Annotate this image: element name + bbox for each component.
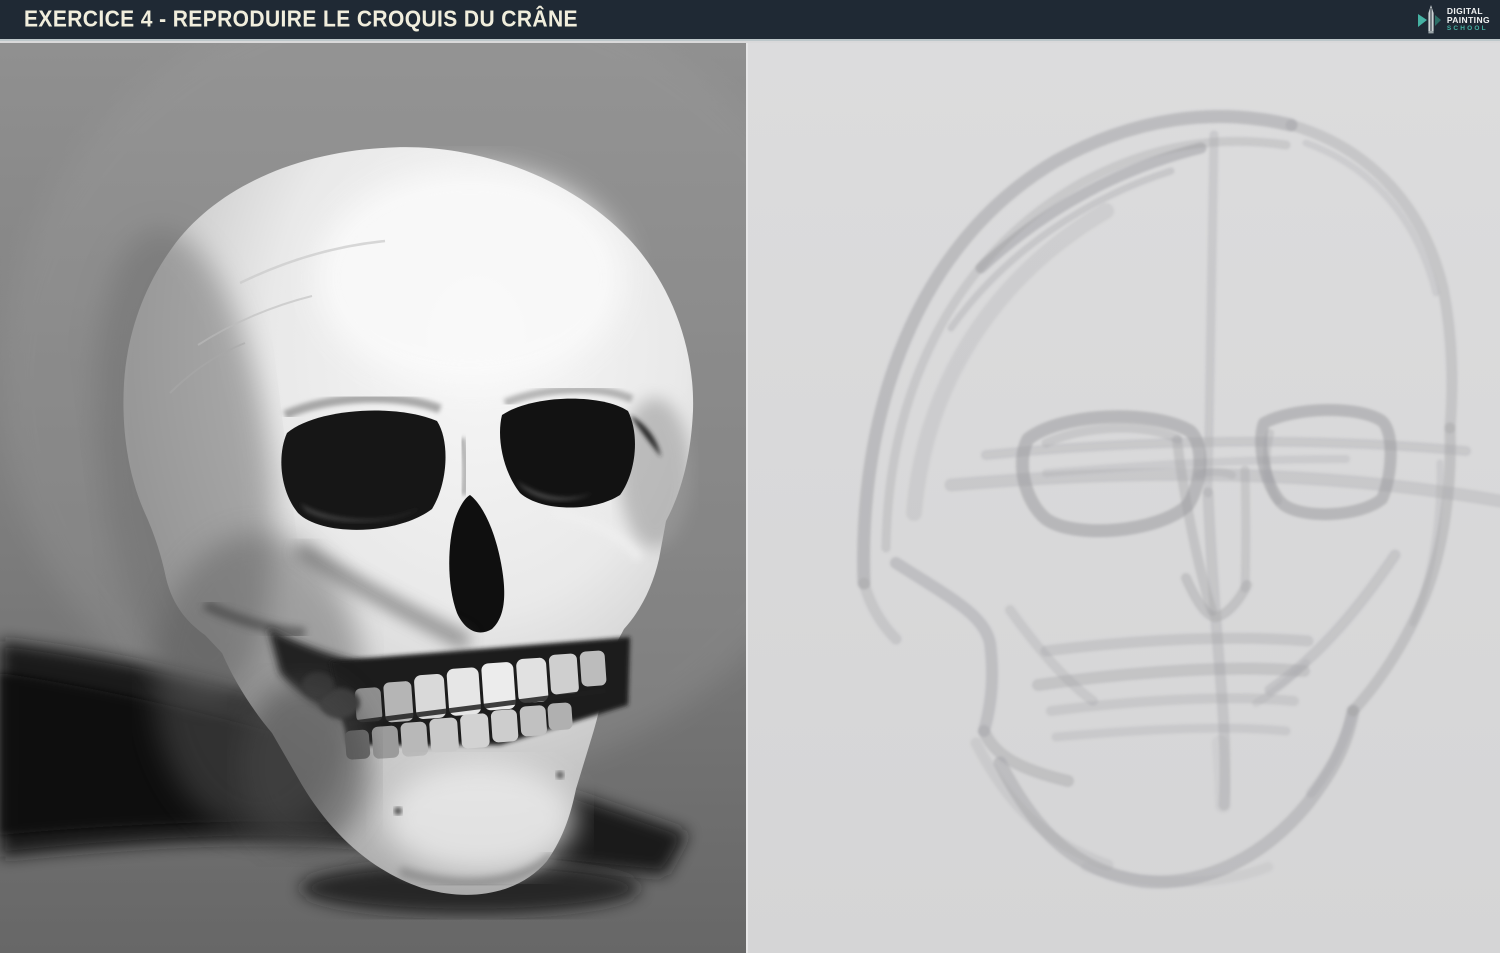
- sketch-canvas-panel: [746, 43, 1500, 953]
- logo-digital-painting-school: DIGITAL PAINTING SCHOOL: [1417, 4, 1490, 35]
- reference-panel: [0, 43, 746, 953]
- exercise-slide: EXERCICE 4 - REPRODUIRE LE CROQUIS DU CR…: [0, 0, 1500, 953]
- logo-line-school: SCHOOL: [1446, 24, 1488, 32]
- logo-line-painting: PAINTING: [1446, 14, 1490, 25]
- logo-text: DIGITAL PAINTING SCHOOL: [1446, 6, 1490, 33]
- skull-reference-image: [0, 43, 746, 953]
- page-title: EXERCICE 4 - REPRODUIRE LE CROQUIS DU CR…: [24, 6, 578, 32]
- paintbrush-icon: [1417, 5, 1441, 34]
- content-area: [0, 43, 1500, 953]
- skull-sketch-drawing: [746, 43, 1500, 953]
- title-bar: EXERCICE 4 - REPRODUIRE LE CROQUIS DU CR…: [0, 0, 1500, 41]
